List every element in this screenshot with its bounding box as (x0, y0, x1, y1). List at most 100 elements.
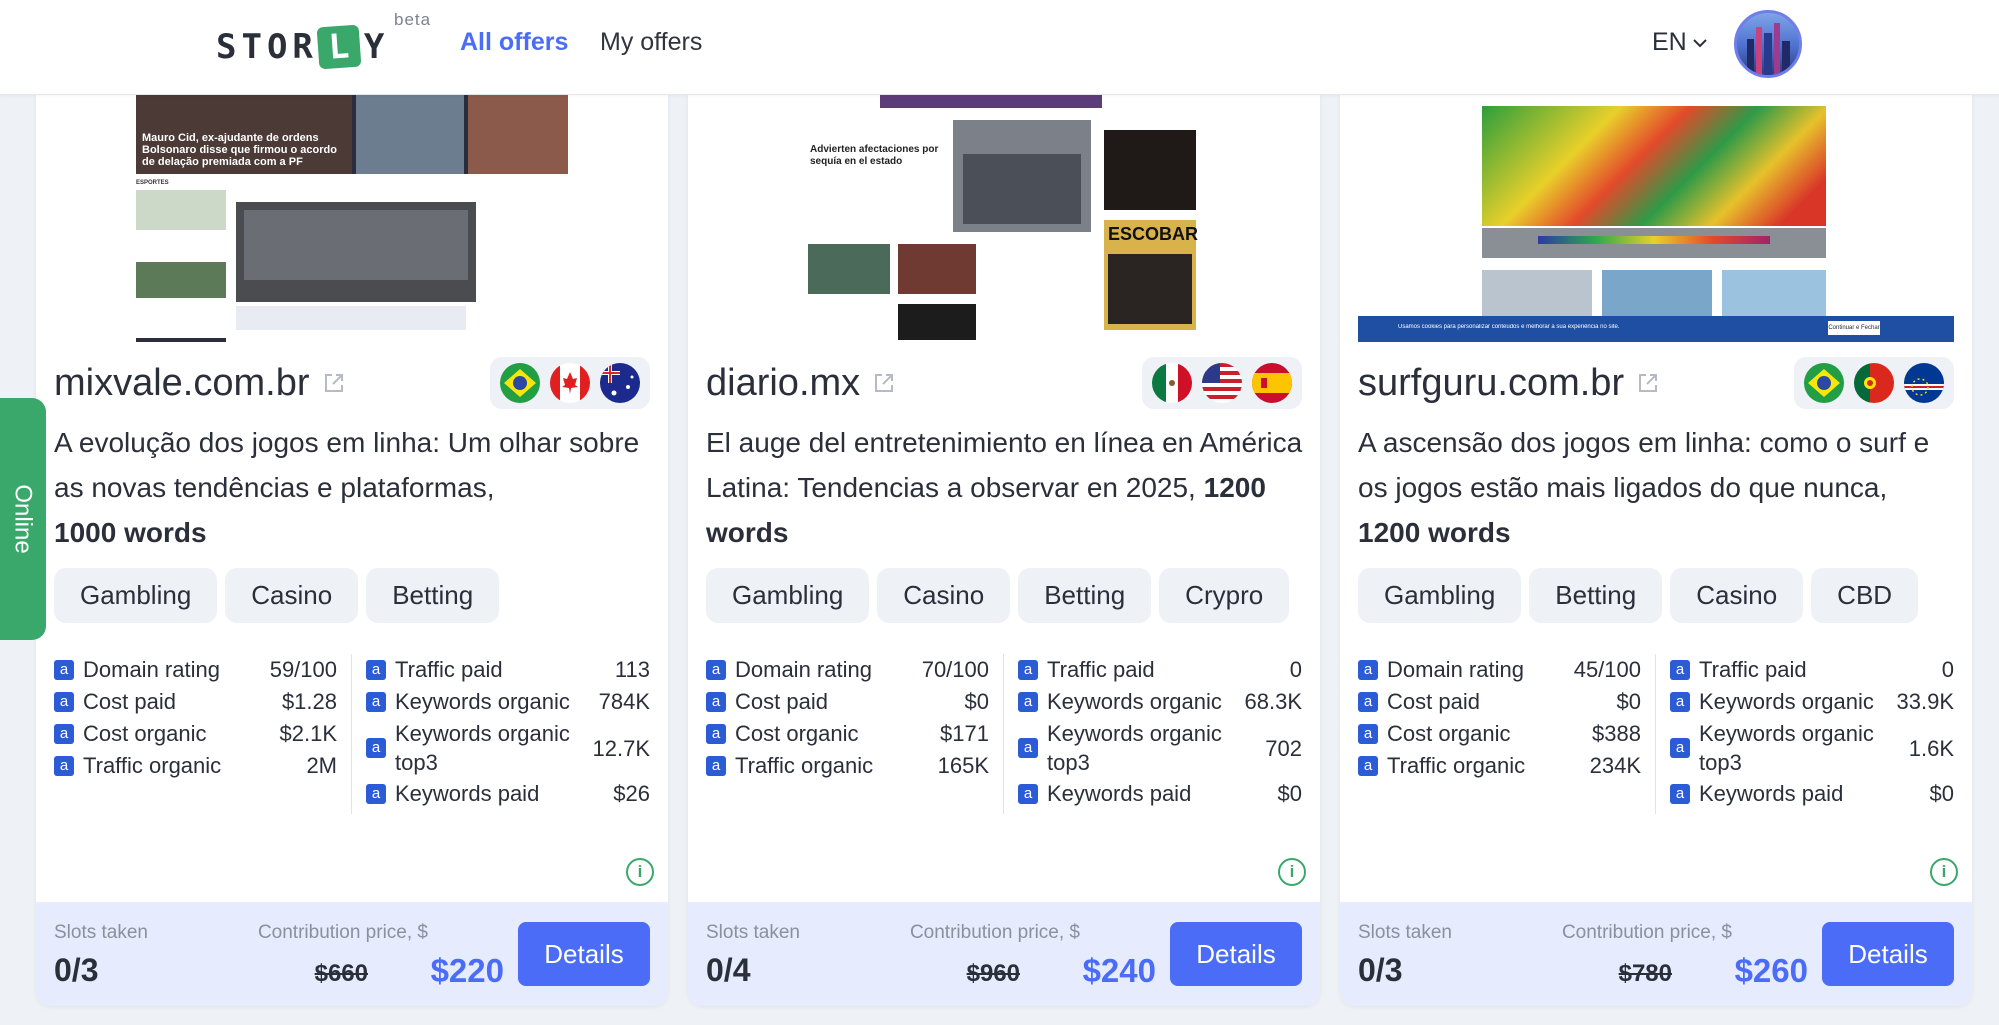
tag: Gambling (1358, 568, 1522, 623)
ahrefs-icon: a (1018, 692, 1038, 712)
external-link-icon[interactable] (872, 371, 896, 395)
metric-value: $1.28 (281, 689, 337, 714)
city-skyline-icon (1747, 23, 1790, 75)
metric-row: a Traffic organic 2M (54, 750, 337, 782)
metric-row: a Domain rating 70/100 (706, 654, 989, 686)
shot-section: ESPORTES (136, 180, 169, 186)
metric-value: 0 (1289, 657, 1302, 682)
metric-label: Traffic paid (395, 657, 503, 682)
metric-row: a Keywords organic top3 12.7K (366, 718, 650, 778)
metric-value: 113 (614, 657, 650, 682)
price-label: Contribution price, $ (1561, 922, 1732, 943)
target-countries (1794, 357, 1954, 409)
offer-title: A evolução dos jogos em linha: Um olhar … (54, 420, 654, 555)
ahrefs-icon: a (1358, 756, 1378, 776)
info-icon[interactable]: i (1930, 858, 1958, 886)
metric-label: Cost organic (735, 721, 859, 746)
shot-cookie-text: Usamos cookies para personalizar conteúd… (1398, 324, 1620, 330)
language-selector[interactable]: EN (1652, 28, 1707, 57)
metric-value: $26 (613, 781, 650, 806)
tag: Gambling (54, 568, 218, 623)
site-screenshot: Mauro Cid, ex-ajudante de ordens Bolsona… (136, 94, 568, 342)
external-link-icon[interactable] (1636, 371, 1660, 395)
nav-my-offers[interactable]: My offers (600, 28, 702, 57)
storly-logo[interactable]: STOR L Y (216, 24, 389, 70)
metric-row: a Keywords paid $0 (1670, 778, 1954, 810)
metric-value: 234K (1589, 753, 1641, 778)
metric-label: Cost organic (1387, 721, 1511, 746)
metric-label: Domain rating (735, 657, 872, 682)
metric-row: a Cost paid $0 (1358, 686, 1641, 718)
shot-headline: Mauro Cid, ex-ajudante de ordens Bolsona… (142, 132, 337, 168)
nav-all-offers[interactable]: All offers (460, 28, 568, 57)
metric-row: a Keywords organic top3 702 (1018, 718, 1302, 778)
tag: Betting (1018, 568, 1152, 623)
portugal-flag-icon (1854, 363, 1894, 403)
ahrefs-icon: a (54, 724, 74, 744)
ahrefs-icon: a (1018, 784, 1038, 804)
metric-value: 165K (937, 753, 989, 778)
metric-value: 0 (1941, 657, 1954, 682)
metrics-right-column: a Traffic paid 0 a Keywords organic 33.9K aK… (1656, 654, 1954, 814)
metric-row: a Cost paid $1.28 (54, 686, 337, 718)
metric-value: 2M (306, 753, 337, 778)
external-link-icon[interactable] (322, 371, 346, 395)
slots-value: 0/4 (706, 952, 751, 988)
cape-verde-flag-icon (1904, 363, 1944, 403)
shot-headline: Advierten afectaciones por sequía en el … (810, 144, 939, 167)
old-price: $960 (966, 960, 1020, 987)
avatar[interactable] (1734, 10, 1802, 78)
metric-row: a Keywords paid $26 (366, 778, 650, 810)
ahrefs-icon: a (1670, 738, 1690, 758)
info-icon[interactable]: i (626, 858, 654, 886)
ahrefs-icon: a (1358, 692, 1378, 712)
metric-label: Keywords organic (1699, 689, 1874, 714)
ahrefs-icon: a (54, 756, 74, 776)
metric-value: $0 (1929, 781, 1954, 806)
brazil-flag-icon (1804, 363, 1844, 403)
metric-label: Domain rating (83, 657, 220, 682)
ahrefs-icon: a (1358, 660, 1378, 680)
ahrefs-icon: a (54, 660, 74, 680)
old-price: $780 (1618, 960, 1672, 987)
metric-value: 45/100 (1573, 657, 1641, 682)
offer-card-mixvale: Mauro Cid, ex-ajudante de ordens Bolsona… (36, 60, 668, 1006)
new-price: $220 (430, 952, 504, 989)
site-row: mixvale.com.br (54, 356, 650, 410)
target-countries (490, 357, 650, 409)
metric-label: Traffic paid (1047, 657, 1155, 682)
logo-text-pre: STOR (216, 27, 318, 67)
metric-label: Keywords organic (395, 689, 570, 714)
tag: CBD (1811, 568, 1919, 623)
ahrefs-icon: a (366, 784, 386, 804)
metrics-right-column: a Traffic paid 113 a Keywords organic 784K a… (352, 654, 650, 814)
metric-label: Cost organic (83, 721, 207, 746)
ahrefs-icon: a (706, 724, 726, 744)
site-name: diario.mx (706, 362, 896, 405)
metric-label: Keywords organic top3 (395, 721, 570, 775)
metric-value: 702 (1265, 735, 1302, 761)
offer-word-count: 1200 words (1358, 517, 1511, 548)
ahrefs-icon: a (706, 660, 726, 680)
offer-title-text: A ascensão dos jogos em linha: como o su… (1358, 427, 1930, 503)
logo-text-box: L (316, 24, 362, 70)
ahrefs-icon: a (706, 756, 726, 776)
details-button[interactable]: Details (518, 922, 650, 986)
shot-promo: ESCOBAR (1108, 224, 1199, 244)
tag-list: Gambling Casino Betting (54, 568, 500, 623)
spain-flag-icon (1252, 363, 1292, 403)
details-button[interactable]: Details (1822, 922, 1954, 986)
offer-title-text: A evolução dos jogos em linha: Um olhar … (54, 427, 640, 503)
tag: Casino (1670, 568, 1804, 623)
online-status-tab[interactable]: Online (0, 398, 46, 640)
tag: Casino (877, 568, 1011, 623)
metric-label: Traffic paid (1699, 657, 1807, 682)
details-button[interactable]: Details (1170, 922, 1302, 986)
metrics-right-column: a Traffic paid 0 a Keywords organic 68.3K aK… (1004, 654, 1302, 814)
canada-flag-icon (550, 363, 590, 403)
metric-label: Cost paid (1387, 689, 1480, 714)
info-icon[interactable]: i (1278, 858, 1306, 886)
metric-label: Traffic organic (1387, 753, 1526, 778)
tag: Casino (225, 568, 359, 623)
tag: Betting (366, 568, 500, 623)
